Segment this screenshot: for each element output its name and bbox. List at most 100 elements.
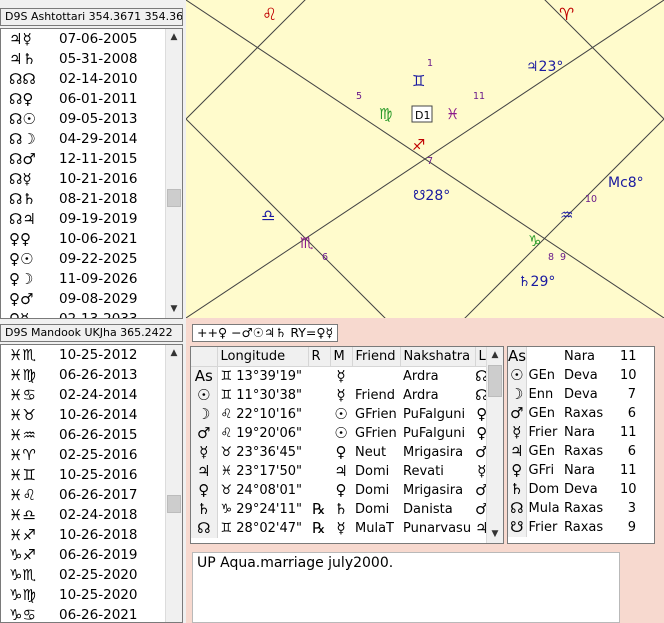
planet-row[interactable]: ☿ ♉ 23°36'45" ♀ Neut Mrigasira ♂: [191, 443, 488, 462]
dasha-lords: ☊♃: [9, 210, 36, 228]
house-7-number: 7: [427, 156, 433, 167]
dasha-row[interactable]: ☊☽ 04-29-2014: [1, 129, 182, 149]
planet-row[interactable]: ♃ ♓ 23°17'50" ♃ Domi Revati ☿: [191, 462, 488, 481]
dasha-row[interactable]: ♓♌ 06-26-2017: [1, 485, 182, 505]
dasha-row[interactable]: ♓♒ 06-26-2015: [1, 425, 182, 445]
dasha-row[interactable]: ♓♈ 02-25-2016: [1, 445, 182, 465]
gana-row[interactable]: ♃ GEn Raxas 6: [508, 442, 640, 461]
col-m[interactable]: M: [330, 347, 353, 367]
gana-row[interactable]: ☊ Mula Raxas 3: [508, 499, 640, 518]
relation-cell: Mula: [528, 501, 560, 516]
planet-glyph: ♄: [191, 500, 218, 519]
mc-position: Mc8°: [608, 175, 644, 191]
dasha-row[interactable]: ☊☉ 09-05-2013: [1, 109, 182, 129]
planet-row[interactable]: ♄ ♑ 29°24'11" ℞ ♄ Domi Danista ♂: [191, 500, 488, 519]
friend-cell: Friend: [355, 388, 395, 403]
gana-row[interactable]: ♀ GFri Nara 11: [508, 461, 640, 480]
scroll-thumb[interactable]: [488, 365, 502, 397]
planet-table-scrollbar[interactable]: ▲ ▼: [486, 347, 503, 543]
dasha2-scrollbar[interactable]: ▲: [165, 345, 182, 622]
longitude-cell: ♊ 11°30'38": [220, 388, 302, 403]
right-table-box[interactable]: As Nara 11 ☉ GEn Deva 10 ☽ Enn Deva 7 ♂ GEn Raxas 6 ☿ Fr…: [507, 346, 655, 544]
scroll-up-icon[interactable]: ▲: [166, 29, 182, 46]
dasha-row[interactable]: ♓♍ 06-26-2013: [1, 365, 182, 385]
gana-row[interactable]: ☋ Frier Raxas 9: [508, 518, 640, 537]
planet-table: Longitude R M Friend Nakshatra L As ♊ 13°…: [191, 347, 489, 538]
dasha-row[interactable]: ♀♀ 10-06-2021: [1, 229, 182, 249]
dasha-row[interactable]: ♀☽ 11-09-2026: [1, 269, 182, 289]
dasha-row[interactable]: ☊♀ 06-01-2011: [1, 89, 182, 109]
house-11-sign: ♓: [446, 105, 459, 123]
dasha1-scrollbar[interactable]: ▲ ▼: [165, 29, 182, 318]
dasha-row[interactable]: ♑♏ 02-25-2020: [1, 565, 182, 585]
dasha1-title: D9S Ashtottari 354.3671 354.3671: [0, 8, 183, 26]
dasha-lords: ♃♄: [9, 50, 36, 68]
dasha-date: 02-25-2020: [59, 567, 138, 583]
dasha-lords: ☊☉: [9, 110, 36, 128]
gana-row[interactable]: ☉ GEn Deva 10: [508, 366, 640, 385]
gana-cell: Raxas: [564, 520, 604, 535]
col-r[interactable]: R: [308, 347, 331, 367]
planet-row[interactable]: As ♊ 13°39'19" ☿ Ardra ☊: [191, 366, 488, 387]
dasha-row[interactable]: ☊♂ 12-11-2015: [1, 149, 182, 169]
dasha-row[interactable]: ♑♐ 06-26-2019: [1, 545, 182, 565]
planet-row[interactable]: ☉ ♊ 11°30'38" ☿ Friend Ardra ☊: [191, 386, 488, 405]
dasha-row[interactable]: ♓♋ 02-24-2014: [1, 385, 182, 405]
dasha-row[interactable]: ☊☿ 10-21-2016: [1, 169, 182, 189]
scroll-down-icon[interactable]: ▼: [487, 526, 503, 543]
retro-cell: [308, 386, 330, 405]
dasha-row[interactable]: ☊♄ 08-21-2018: [1, 189, 182, 209]
dasha-row[interactable]: ♀☉ 09-22-2025: [1, 249, 182, 269]
planet-row[interactable]: ☊ ♊ 28°02'47" ℞ ☿ MulaT Punarvasu ♃: [191, 519, 488, 538]
scroll-thumb[interactable]: [167, 189, 181, 207]
gana-row[interactable]: ♄ Dom Deva 10: [508, 480, 640, 499]
planet-row[interactable]: ☽ ♌ 22°10'16" ☉ GFrien PuFalguni ♀: [191, 405, 488, 424]
dasha-row[interactable]: ♀☿ 02-13-2033: [1, 309, 182, 319]
nakshatra-cell: Mrigasira: [403, 483, 464, 498]
scroll-down-icon[interactable]: ▼: [166, 301, 182, 318]
dasha-row[interactable]: ♓♊ 10-25-2016: [1, 465, 182, 485]
retro-cell: [308, 462, 330, 481]
dasha-row[interactable]: ♓♐ 10-26-2018: [1, 525, 182, 545]
nakshatra-cell: Mrigasira: [403, 445, 464, 460]
notes-textarea[interactable]: UP Aqua.marriage july2000.: [192, 552, 620, 623]
retro-cell: [308, 367, 330, 387]
col-nakshatra[interactable]: Nakshatra: [400, 347, 476, 367]
dasha-row[interactable]: ♑♋ 06-26-2021: [1, 605, 182, 622]
scroll-up-icon[interactable]: ▲: [487, 347, 503, 364]
planet-table-box[interactable]: Longitude R M Friend Nakshatra L As ♊ 13°…: [190, 346, 504, 544]
dasha-row[interactable]: ♓♏ 10-25-2012: [1, 345, 182, 365]
chart-svg: D1 ♌ ♈ ♎ ♊ ♓ ♍ ♐ ♒ ♑ ♏ 1 11 5 7 10 8 9 6…: [185, 0, 664, 359]
relation-cell: GEn: [528, 444, 556, 459]
dasha-row[interactable]: ♃♄ 05-31-2008: [1, 49, 182, 69]
dasha-row[interactable]: ☊♃ 09-19-2019: [1, 209, 182, 229]
gana-row[interactable]: ♂ GEn Raxas 6: [508, 404, 640, 423]
dasha-date: 10-26-2018: [59, 527, 138, 543]
dasha-lords: ♓♍: [9, 366, 36, 384]
dasha1-list[interactable]: ♃☿ 07-06-2005 ♃♄ 05-31-2008 ☊☊ 02-14-2010 ☊♀ 06…: [0, 28, 183, 319]
gana-cell: Raxas: [564, 501, 604, 516]
planet-row[interactable]: ♀ ♉ 24°08'01" ♀ Domi Mrigasira ♂: [191, 481, 488, 500]
north-indian-chart[interactable]: D1 ♌ ♈ ♎ ♊ ♓ ♍ ♐ ♒ ♑ ♏ 1 11 5 7 10 8 9 6…: [185, 0, 664, 359]
dasha-row[interactable]: ☊☊ 02-14-2010: [1, 69, 182, 89]
dasha-lords: ♀☿: [9, 310, 30, 319]
col-longitude[interactable]: Longitude: [217, 347, 309, 367]
scroll-thumb[interactable]: [167, 495, 181, 513]
planet-glyph: ☊: [191, 519, 218, 538]
gana-row[interactable]: ☽ Enn Deva 7: [508, 385, 640, 404]
dasha-row[interactable]: ♑♍ 10-25-2020: [1, 585, 182, 605]
dasha-row[interactable]: ♃☿ 07-06-2005: [1, 29, 182, 49]
dasha2-list[interactable]: ♓♏ 10-25-2012 ♓♍ 06-26-2013 ♓♋ 02-24-2014 ♓♉ 10…: [0, 344, 183, 623]
dasha-row[interactable]: ♀♂ 09-08-2029: [1, 289, 182, 309]
dasha-row[interactable]: ♓♉ 10-26-2014: [1, 405, 182, 425]
dasha-date: 10-25-2016: [59, 467, 138, 483]
scroll-up-icon[interactable]: ▲: [166, 345, 182, 362]
dasha-row[interactable]: ♓♎ 02-24-2018: [1, 505, 182, 525]
gana-row[interactable]: As Nara 11: [508, 347, 640, 366]
col-friend[interactable]: Friend: [352, 347, 401, 367]
gana-row[interactable]: ☿ Frier Nara 11: [508, 423, 640, 442]
lord-cell: ♃: [334, 462, 348, 480]
lord-cell: ☉: [334, 424, 348, 442]
dasha-date: 07-06-2005: [59, 31, 138, 47]
planet-row[interactable]: ♂ ♌ 19°20'06" ☉ GFrien PuFalguni ♀: [191, 424, 488, 443]
